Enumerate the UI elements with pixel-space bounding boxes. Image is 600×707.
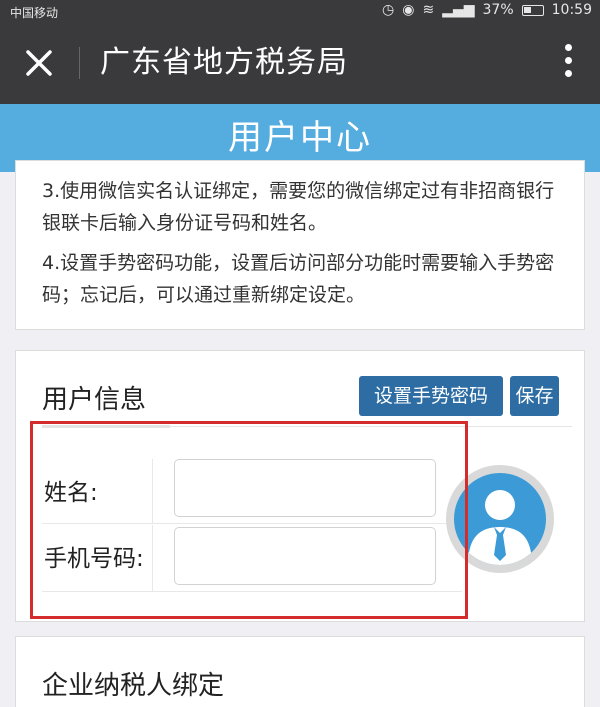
more-options-icon[interactable] (562, 44, 574, 84)
clock: 10:59 (551, 2, 592, 18)
alarm-icon: ◷ (382, 2, 395, 18)
battery-icon (521, 4, 544, 16)
highlight-box (30, 421, 468, 619)
carrier-label: 中国移动 (10, 6, 59, 20)
set-gesture-password-button[interactable]: 设置手势密码 (359, 376, 503, 416)
taxpayer-title: 企业纳税人绑定 (42, 671, 225, 701)
close-icon[interactable] (20, 44, 58, 82)
app-titlebar: 广东省地方税务局 (0, 22, 600, 104)
taxpayer-card: 企业纳税人绑定 (15, 636, 585, 707)
save-button[interactable]: 保存 (510, 376, 559, 416)
eye-icon: ◉ (402, 2, 415, 18)
battery-percent: 37% (482, 2, 514, 18)
note-item-3: 3.使用微信实名认证绑定，需要您的微信绑定过有非招商银行银联卡后输入身份证号码和… (42, 180, 555, 234)
user-info-title: 用户信息 (42, 385, 147, 415)
titlebar-divider (79, 47, 80, 79)
status-bar: 中国移动 ◷ ◉ ≋ ▂▄▆ 37% 10:59 (0, 0, 600, 22)
note-item-4: 4.设置手势密码功能，设置后访问部分功能时需要输入手势密码；忘记后，可以通过重新… (42, 252, 555, 306)
page-title: 广东省地方税务局 (100, 45, 348, 80)
status-icons: ◷ ◉ ≋ ▂▄▆ 37% 10:59 (382, 2, 592, 18)
signal-icon: ▂▄▆ (442, 2, 475, 18)
notes-card: 3.使用微信实名认证绑定，需要您的微信绑定过有非招商银行银联卡后输入身份证号码和… (15, 160, 585, 330)
wifi-icon: ≋ (422, 2, 435, 18)
